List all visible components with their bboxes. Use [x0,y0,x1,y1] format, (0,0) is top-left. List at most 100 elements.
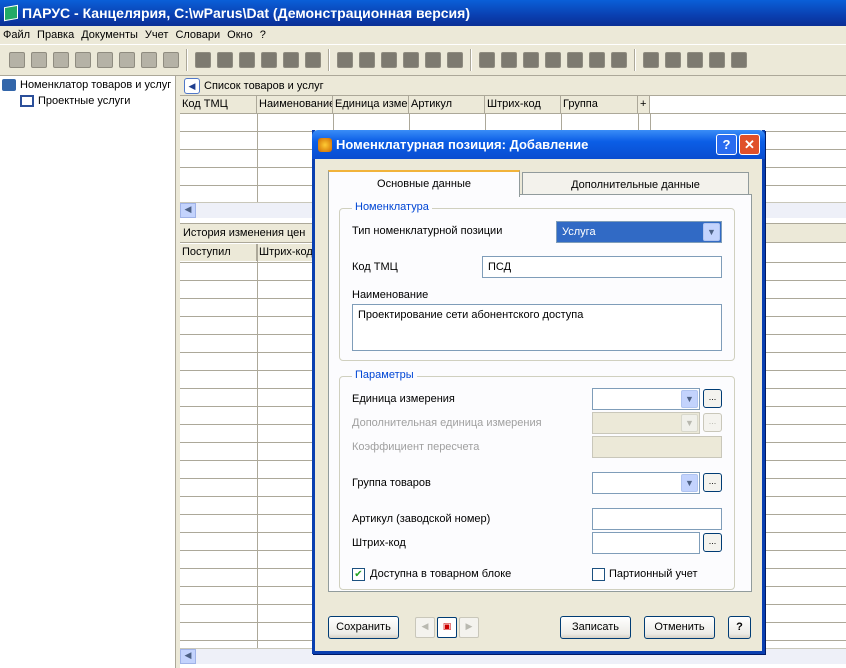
folder-open-book-icon [20,95,34,107]
scroll-left-icon[interactable]: ◀ [180,203,196,218]
column-code[interactable]: Код ТМЦ [180,96,257,113]
refresh-icon[interactable] [163,52,179,68]
catalog-icon[interactable] [425,52,441,68]
window-title: ПАРУС - Канцелярия, C:\wParus\Dat (Демон… [22,5,470,21]
menu-window[interactable]: Окно [224,29,257,41]
cancel-button[interactable]: Отменить [644,616,715,639]
exit-icon[interactable] [731,52,747,68]
parameters-group: Параметры Единица измерения ▼ ... Дополн… [339,369,735,590]
register-icon[interactable] [217,52,233,68]
delete-icon[interactable] [75,52,91,68]
goods-group-select[interactable]: ▼ [592,472,700,494]
folder-open-icon[interactable] [359,52,375,68]
menu-file[interactable]: Файл [0,29,34,41]
barcode-lookup-button[interactable]: ... [703,533,722,552]
chevron-down-icon[interactable]: ▼ [681,390,698,408]
article-input[interactable] [592,508,722,530]
archive-icon[interactable] [261,52,277,68]
user-icon[interactable] [479,52,495,68]
code-input[interactable]: ПСД [482,256,722,278]
tree-item-project-services[interactable]: Проектные услуги [20,95,130,107]
navigation-tree: Номенклатор товаров и услуг Проектные ус… [0,76,176,668]
article-label: Артикул (заводской номер) [352,513,491,525]
column-add[interactable]: + [638,96,650,113]
parameters-legend: Параметры [352,369,417,381]
tree-item-nomenclator[interactable]: Номенклатор товаров и услуг [2,79,171,91]
org-icon[interactable] [567,52,583,68]
folder-icon[interactable] [337,52,353,68]
toolbar-separator [328,49,330,71]
menu-bar: Файл Правка Документы Учет Словари Окно … [0,26,846,44]
column-received[interactable]: Поступил [180,244,257,261]
calendar-icon[interactable] [381,52,397,68]
chevron-down-icon[interactable]: ▼ [681,474,698,492]
type-value: Услуга [562,226,596,238]
reports-icon[interactable] [283,52,299,68]
window-titlebar: ПАРУС - Канцелярия, C:\wParus\Dat (Демон… [0,0,846,26]
additional-unit-label: Дополнительная единица измерения [352,417,542,429]
barcode-input[interactable] [592,532,700,554]
help-button[interactable]: ? [728,616,751,639]
column-group[interactable]: Группа [561,96,638,113]
chevron-down-icon[interactable]: ▼ [703,223,720,241]
print-icon[interactable] [141,52,157,68]
new-record-icon[interactable] [9,52,25,68]
document-icon[interactable]: ▣ [437,617,457,638]
unit-label: Единица измерения [352,393,455,405]
dialog-close-button[interactable]: ✕ [739,134,760,155]
available-checkbox[interactable]: ✔ [352,568,365,581]
calculator-icon[interactable] [643,52,659,68]
goods-group-lookup-button[interactable]: ... [703,473,722,492]
additional-unit-select[interactable]: ▼ [592,412,700,434]
toolbar-separator [634,49,636,71]
column-name[interactable]: Наименование [257,96,333,113]
admin-icon[interactable] [709,52,725,68]
column-unit[interactable]: Единица измерения [333,96,409,113]
filter-icon[interactable] [97,52,113,68]
menu-edit[interactable]: Правка [34,29,78,41]
write-button[interactable]: Записать [560,616,631,639]
tab-main-data[interactable]: Основные данные [328,170,520,197]
additional-unit-lookup-button[interactable]: ... [703,413,722,432]
menu-help[interactable]: ? [257,29,270,41]
menu-documents[interactable]: Документы [78,29,142,41]
book-icon [2,79,16,91]
back-arrow-icon[interactable]: ◀ [184,77,200,94]
type-select[interactable]: Услуга ▼ [556,221,722,243]
list-header: ◀ Список товаров и услуг [180,76,846,96]
contracts-icon[interactable] [523,52,539,68]
prev-record-icon[interactable]: ◀ [415,617,435,638]
tree-icon[interactable] [403,52,419,68]
edit-record-icon[interactable] [53,52,69,68]
people-icon[interactable] [545,52,561,68]
stamp-icon[interactable] [589,52,605,68]
forms-icon[interactable] [239,52,255,68]
list-icon[interactable] [447,52,463,68]
unit-lookup-button[interactable]: ... [703,389,722,408]
tree-item-label: Номенклатор товаров и услуг [20,79,172,91]
name-input[interactable]: Проектирование сети абонентского доступа [352,304,722,351]
chevron-down-icon[interactable]: ▼ [681,414,698,432]
type-label: Тип номенклатурной позиции [352,225,503,237]
unit-select[interactable]: ▼ [592,388,700,410]
dialog-title: Номенклатурная позиция: Добавление [336,137,589,152]
export-icon[interactable] [305,52,321,68]
currency-icon[interactable] [501,52,517,68]
column-barcode[interactable]: Штрих-код [485,96,561,113]
grid-line [257,244,258,648]
dialog-help-button[interactable]: ? [716,134,737,155]
column-article[interactable]: Артикул [409,96,485,113]
menu-accounting[interactable]: Учет [142,29,173,41]
save-button[interactable]: Сохранить [328,616,399,639]
settings-folder-icon[interactable] [687,52,703,68]
coefficient-input[interactable] [592,436,722,458]
copy-record-icon[interactable] [31,52,47,68]
binder-icon[interactable] [611,52,627,68]
documents-icon[interactable] [195,52,211,68]
menu-dictionaries[interactable]: Словари [172,29,224,41]
find-icon[interactable] [119,52,135,68]
next-record-icon[interactable]: ▶ [459,617,479,638]
scroll-left-icon[interactable]: ◀ [180,649,196,664]
tools-icon[interactable] [665,52,681,68]
batch-checkbox[interactable] [592,568,605,581]
